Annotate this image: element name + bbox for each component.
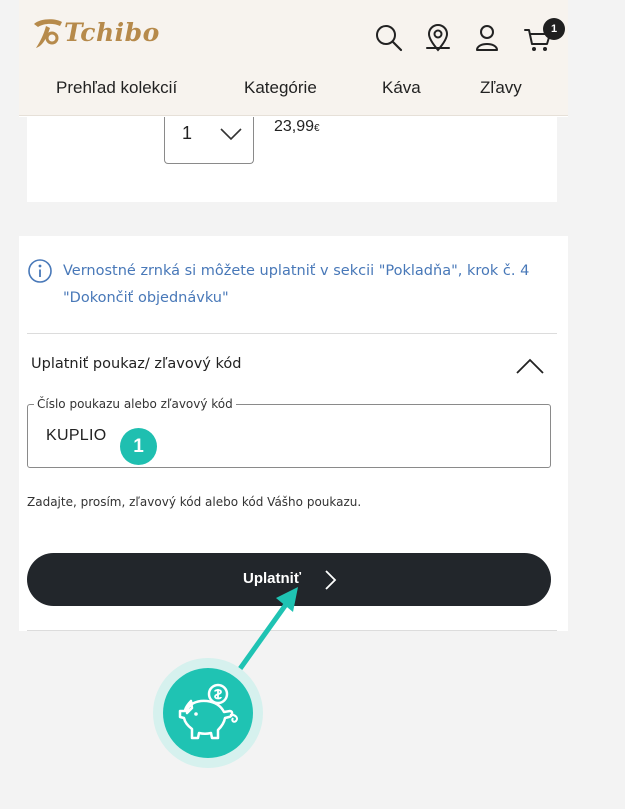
nav-item-collections[interactable]: Prehľad kolekcií [56, 78, 177, 98]
voucher-hint: Zadajte, prosím, zľavový kód alebo kód V… [27, 495, 362, 509]
main-nav: Prehľad kolekcií Kategórie Káva Zľavy [19, 62, 568, 116]
voucher-section-title[interactable]: Uplatniť poukaz/ zľavový kód [31, 356, 241, 372]
voucher-code-label: Číslo poukazu alebo zľavový kód [34, 397, 236, 411]
divider [27, 630, 557, 631]
price-currency: € [314, 123, 320, 134]
quantity-value: 1 [182, 123, 193, 143]
info-text: Vernostné zrnká si môžete uplatniť v sek… [63, 263, 530, 306]
account-icon[interactable] [471, 22, 503, 54]
header: Tchibo 1 Prehľad kolekcií Kategórie Káva… [19, 0, 568, 116]
info-icon [28, 259, 52, 283]
divider [27, 333, 557, 334]
apply-voucher-button[interactable]: Uplatniť [27, 553, 551, 606]
nav-item-discounts[interactable]: Zľavy [480, 78, 522, 98]
voucher-code-input[interactable]: Číslo poukazu alebo zľavový kód KUPLIO [27, 397, 551, 468]
quantity-select[interactable]: 1 [164, 117, 254, 164]
search-icon[interactable] [373, 22, 405, 54]
price-value: 23,99 [274, 118, 315, 135]
step-number-badge: 1 [120, 428, 157, 465]
tchibo-logo[interactable]: Tchibo [30, 12, 160, 52]
piggy-bank-icon [178, 683, 239, 740]
chevron-right-icon [325, 570, 337, 590]
store-locator-icon[interactable] [422, 22, 454, 54]
cart-count-badge: 1 [543, 18, 565, 40]
tchibo-logo-mark-icon [34, 19, 62, 48]
nav-item-categories[interactable]: Kategórie [244, 78, 317, 98]
page: Tchibo 1 Prehľad kolekcií Kategórie Káva… [19, 0, 568, 631]
logo-text: Tchibo [64, 18, 160, 47]
product-price: 23,99€ [274, 118, 320, 136]
chevron-up-icon[interactable] [515, 356, 545, 376]
voucher-code-value: KUPLIO [46, 427, 107, 444]
chevron-down-icon [220, 128, 242, 141]
piggy-bank-badge [153, 658, 263, 768]
apply-button-label: Uplatniť [243, 570, 302, 587]
nav-item-coffee[interactable]: Káva [382, 78, 421, 98]
